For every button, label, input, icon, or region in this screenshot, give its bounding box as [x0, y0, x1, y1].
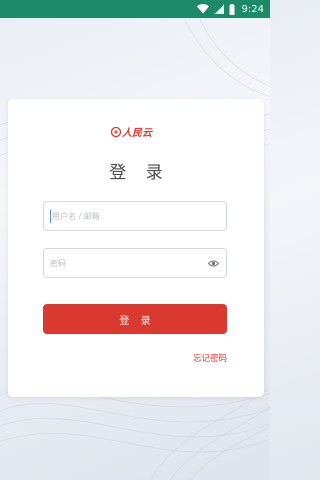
status-bar: 9:24: [0, 0, 270, 18]
login-card: 人民云 登 录 登 录 忘记密码: [8, 99, 264, 397]
signal-icon: [213, 4, 224, 14]
status-time: 9:24: [241, 3, 264, 15]
username-input[interactable]: [52, 202, 220, 230]
svg-text:人民云: 人民云: [122, 127, 153, 139]
wifi-icon: [196, 4, 209, 14]
username-field[interactable]: [43, 201, 227, 231]
password-field[interactable]: [43, 248, 227, 278]
login-button[interactable]: 登 录: [43, 304, 227, 334]
forgot-password-link[interactable]: 忘记密码: [193, 352, 227, 364]
login-title: 登 录: [109, 163, 170, 183]
text-caret: [50, 209, 51, 223]
battery-icon: [229, 3, 235, 15]
app-logo: 人民云: [8, 124, 264, 140]
eye-icon[interactable]: [206, 258, 220, 268]
password-input[interactable]: [50, 249, 206, 277]
